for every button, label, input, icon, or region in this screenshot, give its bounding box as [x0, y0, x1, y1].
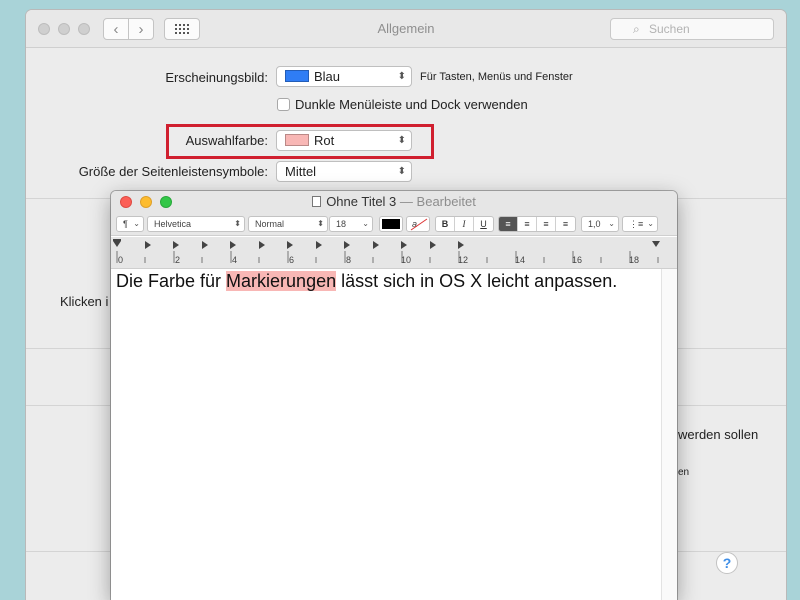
blue-swatch: [285, 70, 309, 82]
appearance-hint: Für Tasten, Menüs und Fenster: [420, 71, 573, 83]
updown-chevron-icon: ⬍: [397, 135, 406, 146]
text-before-selection: Die Farbe für: [116, 271, 227, 291]
sidebar-size-value: Mittel: [285, 164, 317, 179]
right-margin-marker: [652, 241, 660, 247]
dark-menu-label: Dunkle Menüleiste und Dock verwenden: [295, 97, 528, 112]
textedit-titlebar: Ohne Titel 3 — Bearbeitet: [111, 191, 677, 213]
search-icon: ⌕: [633, 22, 640, 36]
left-margin-marker: [113, 241, 121, 247]
document-text: Die Farbe für Markierungen lässt sich in…: [116, 271, 617, 292]
selected-text: Markierungen: [226, 271, 337, 291]
document-title: Ohne Titel 3 — Bearbeitet: [111, 191, 677, 213]
list-popup[interactable]: ⋮≡ ⌄: [622, 216, 658, 232]
font-style-popup[interactable]: Normal ⬍: [248, 216, 328, 232]
highlight-color-popup[interactable]: Rot ⬍: [276, 130, 412, 151]
paragraph-icon: ¶: [123, 219, 128, 229]
ruler-number: 16: [572, 255, 583, 265]
paragraph-style-popup[interactable]: ¶ ⌄: [116, 216, 144, 232]
sidebar-size-label: Größe der Seitenleistensymbole:: [78, 164, 268, 179]
ruler-number: 12: [458, 255, 469, 265]
document-text-area[interactable]: Die Farbe für Markierungen lässt sich in…: [111, 269, 661, 600]
partial-label-left: Klicken i: [60, 294, 109, 309]
ruler-number: 18: [629, 255, 640, 265]
appearance-label: Erscheinungsbild:: [165, 70, 268, 85]
ruler-number: 14: [515, 255, 526, 265]
highlight-color-label: Auswahlfarbe:: [185, 133, 268, 148]
underline-button[interactable]: U: [474, 217, 493, 231]
highlight-color-well[interactable]: a: [406, 216, 430, 232]
font-style-value: Normal: [255, 219, 285, 229]
font-size-value: 18: [336, 219, 347, 229]
ruler-number: 0: [118, 255, 124, 265]
text-after-selection: lässt sich in OS X leicht anpassen.: [336, 271, 618, 291]
ruler-number: 2: [175, 255, 181, 265]
align-left-button[interactable]: ≡: [499, 217, 518, 231]
updown-chevron-icon: ⬍: [397, 166, 406, 177]
ruler-graphic: [113, 239, 660, 263]
appearance-value: Blau: [314, 69, 341, 84]
strike-icon: [410, 218, 428, 231]
justify-button[interactable]: ≡: [556, 217, 575, 231]
italic-button[interactable]: I: [455, 217, 474, 231]
font-family-value: Helvetica: [154, 219, 192, 229]
ruler-number: 4: [232, 255, 238, 265]
list-icon: ⋮≡: [629, 219, 644, 229]
title-dash: —: [399, 194, 413, 209]
ruler-number: 6: [289, 255, 295, 265]
search-placeholder: Suchen: [649, 22, 690, 36]
text-color-well[interactable]: [379, 216, 403, 232]
ruler-number: 8: [346, 255, 352, 265]
dark-menu-checkbox[interactable]: [277, 98, 290, 111]
partial-label-right-2: en: [678, 467, 690, 478]
document-filename: Ohne Titel 3: [326, 194, 397, 209]
ruler-number: 10: [401, 255, 412, 265]
first-line-indent-marker: [113, 239, 121, 241]
line-spacing-value: 1,0: [588, 219, 601, 229]
line-spacing-popup[interactable]: 1,0 ⌄: [581, 216, 619, 232]
help-button[interactable]: ?: [716, 552, 738, 574]
sidebar-size-popup[interactable]: Mittel ⬍: [276, 161, 412, 182]
text-color-swatch: [382, 219, 400, 229]
font-size-combo[interactable]: 18 ⌄: [329, 216, 373, 232]
red-swatch: [285, 134, 309, 146]
highlight-color-value: Rot: [314, 133, 335, 148]
bold-button[interactable]: B: [436, 217, 455, 231]
align-right-button[interactable]: ≡: [537, 217, 556, 231]
updown-chevron-icon: ⬍: [397, 71, 406, 82]
font-family-popup[interactable]: Helvetica ⬍: [147, 216, 245, 232]
align-center-button[interactable]: ≡: [518, 217, 537, 231]
document-status: Bearbeitet: [416, 194, 476, 209]
appearance-popup[interactable]: Blau ⬍: [276, 66, 412, 87]
search-field[interactable]: ⌕ Suchen: [610, 18, 774, 40]
format-toolbar: ¶ ⌄ Helvetica ⬍ Normal ⬍ 18 ⌄ a B I U ≡ ≡ ≡ …: [111, 213, 677, 236]
partial-label-right: werden sollen: [678, 427, 759, 442]
vertical-scrollbar[interactable]: [661, 269, 677, 600]
textedit-window: Ohne Titel 3 — Bearbeitet ¶ ⌄ Helvetica ⬍ …: [111, 191, 677, 600]
prefs-titlebar: ‹ › Allgemein ⌕ Suchen: [26, 10, 786, 48]
alignment-buttons: ≡ ≡ ≡ ≡: [498, 216, 576, 232]
font-style-buttons: B I U: [435, 216, 494, 232]
ruler[interactable]: 0 2 4 6 8 10 12 14 16 18: [111, 237, 677, 269]
document-icon: [312, 196, 322, 207]
